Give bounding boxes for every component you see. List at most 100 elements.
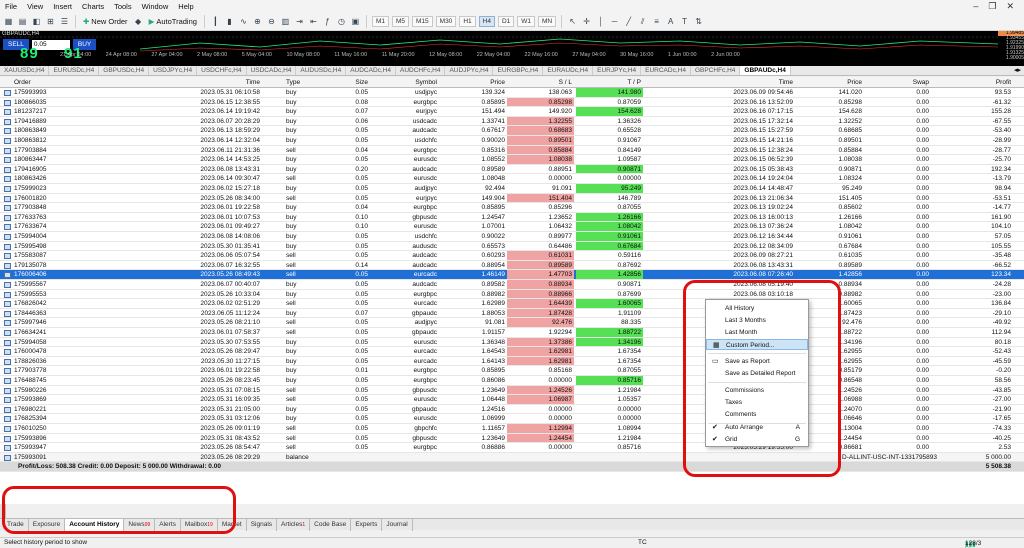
data-window-icon[interactable]: ⊞ <box>45 17 56 26</box>
col-size[interactable]: Size <box>340 77 368 87</box>
tile-icon[interactable]: ▥ <box>280 17 291 26</box>
tf-d1[interactable]: D1 <box>497 16 515 27</box>
col-profit[interactable]: Profit <box>950 77 1011 87</box>
close-icon[interactable]: ✕ <box>1006 1 1014 12</box>
channel-icon[interactable]: ⫽ <box>637 17 648 27</box>
chart-tab[interactable]: USDCADc,H4 <box>247 66 297 75</box>
autotrading-button[interactable]: ▶ AutoTrading <box>147 17 199 26</box>
zoom-in-icon[interactable]: ⊕ <box>252 17 263 26</box>
col-price[interactable]: Price <box>448 77 505 87</box>
terminal-tab[interactable]: Market <box>218 518 247 531</box>
tf-m1[interactable]: M1 <box>371 16 389 27</box>
menu-auto-arrange[interactable]: ✔ Auto Arrange A <box>706 422 808 433</box>
terminal-tab[interactable]: News99 <box>124 518 156 531</box>
metaeditor-icon[interactable]: ◆ <box>133 17 144 26</box>
menu-custom-period[interactable]: ▦ Custom Period... <box>706 339 808 350</box>
table-row[interactable]: 179416889 2023.06.07 20:28:29 buy 0.06 usdca… <box>0 116 1024 127</box>
table-row[interactable]: 175999023 2023.06.02 15:27:18 buy 0.05 audjp… <box>0 184 1024 194</box>
table-row[interactable]: 176010250 2023.05.26 09:01:19 sell 0.05 gbpc… <box>0 424 1024 434</box>
menu-save-detailed-report[interactable]: Save as Detailed Report <box>706 368 808 379</box>
col-tp[interactable]: T / P <box>576 77 643 87</box>
bar-chart-icon[interactable]: ┃ <box>210 17 221 26</box>
col-close-time[interactable]: Time <box>680 77 793 87</box>
col-sl[interactable]: S / L <box>507 77 574 87</box>
table-row[interactable]: 176634241 2023.06.01 07:58:37 sell 0.05 gbpa… <box>0 328 1024 338</box>
restore-icon[interactable]: ❐ <box>988 1 996 12</box>
chart-tab[interactable]: EURJPYc,H4 <box>593 66 642 75</box>
chart-tab[interactable]: USDCHFc,H4 <box>197 66 247 75</box>
trendline-icon[interactable]: ╱ <box>623 17 634 26</box>
zoom-out-icon[interactable]: ⊖ <box>266 17 277 26</box>
chart-tab[interactable]: GBPCHFc,H4 <box>691 66 741 75</box>
arrows-icon[interactable]: ⇅ <box>693 17 704 26</box>
table-row[interactable]: 177903884 2023.06.11 21:31:36 sell 0.04 eurg… <box>0 145 1024 156</box>
table-row[interactable]: 177633763 2023.06.01 10:07:53 buy 0.10 gbpus… <box>0 212 1024 223</box>
tf-m5[interactable]: M5 <box>391 16 409 27</box>
menu-save-report[interactable]: ▭ Save as Report <box>706 356 808 367</box>
table-row[interactable]: 177903778 2023.06.01 19:22:58 buy 0.01 eurgb… <box>0 366 1024 376</box>
table-row[interactable]: 176825394 2023.05.31 03:12:06 buy 0.05 eurus… <box>0 414 1024 424</box>
table-row[interactable]: 175995553 2023.05.26 10:33:04 buy 0.05 eurgb… <box>0 289 1024 300</box>
crosshair-icon[interactable]: ✛ <box>581 17 592 26</box>
navigator-icon[interactable]: ☰ <box>59 17 70 26</box>
tf-w1[interactable]: W1 <box>517 16 535 27</box>
table-row[interactable]: 177903848 2023.06.01 19:22:58 buy 0.04 eurgb… <box>0 203 1024 213</box>
templates-icon[interactable]: ▣ <box>350 17 361 26</box>
table-row[interactable]: 175994004 2023.06.08 14:08:06 buy 0.05 usdch… <box>0 232 1024 242</box>
table-row[interactable]: 179416905 2023.06.08 13:43:31 buy 0.20 audca… <box>0 164 1024 175</box>
candlestick-icon[interactable]: ▮ <box>224 17 235 26</box>
chart-tab[interactable]: GBPAUDc,H4 <box>740 66 791 75</box>
terminal-tab[interactable]: Account History <box>65 518 125 531</box>
cursor-icon[interactable]: ↖ <box>567 17 578 26</box>
text-icon[interactable]: A <box>665 17 676 26</box>
menu-charts[interactable]: Charts <box>77 2 109 11</box>
table-row[interactable]: 175980226 2023.05.31 07:08:15 sell 0.05 gbpu… <box>0 385 1024 396</box>
chart-window[interactable]: GBPAUDc,H4 SELL 0.05 BUY 89 91 21 Apr 04… <box>0 31 1024 66</box>
fibonacci-icon[interactable]: ≡ <box>651 17 662 26</box>
table-row[interactable]: 180863447 2023.06.14 14:53:25 buy 0.05 eurus… <box>0 155 1024 165</box>
tf-h4[interactable]: H4 <box>478 16 495 27</box>
table-row[interactable]: 176980221 2023.05.31 21:05:00 buy 0.05 gbpau… <box>0 405 1024 415</box>
terminal-tab[interactable]: Experts <box>351 518 383 531</box>
new-order-button[interactable]: ✚ New Order <box>81 17 130 26</box>
chart-tab[interactable]: AUDJPYc,H4 <box>445 66 494 75</box>
menu-view[interactable]: View <box>22 2 48 11</box>
table-row[interactable]: 181237217 2023.06.14 19:19:42 buy 0.07 eurjp… <box>0 107 1024 117</box>
terminal-tab[interactable]: Signals <box>247 518 278 531</box>
terminal-tab[interactable]: Mailbox19 <box>181 518 218 531</box>
market-watch-icon[interactable]: ◧ <box>31 17 42 26</box>
menu-insert[interactable]: Insert <box>48 2 77 11</box>
chart-tab[interactable]: EURAUDc,H4 <box>543 66 594 75</box>
menu-file[interactable]: File <box>0 2 22 11</box>
autoscroll-icon[interactable]: ⇥ <box>294 17 305 26</box>
chart-tab[interactable]: EURGBPc,H4 <box>493 66 544 75</box>
tf-h1[interactable]: H1 <box>459 16 476 27</box>
table-row[interactable]: 180863426 2023.06.14 09:30:47 sell 0.05 euru… <box>0 174 1024 184</box>
col-time[interactable]: Time <box>120 77 260 87</box>
table-row[interactable]: 176488745 2023.05.26 08:23:45 buy 0.05 eurgb… <box>0 376 1024 386</box>
minimize-icon[interactable]: – <box>973 1 978 12</box>
menu-tools[interactable]: Tools <box>109 2 137 11</box>
table-row[interactable]: 179135078 2023.06.07 16:32:55 sell 0.14 audc… <box>0 260 1024 271</box>
chart-tab[interactable]: EURUSDc,H4 <box>49 66 100 75</box>
terminal-tab[interactable]: Articles1 <box>277 518 311 531</box>
terminal-tab[interactable]: Journal <box>382 518 413 531</box>
chart-tab[interactable]: USDJPYc,H4 <box>149 66 198 75</box>
menu-window[interactable]: Window <box>137 2 174 11</box>
table-row[interactable]: 176826042 2023.06.02 02:51:29 sell 0.05 eurc… <box>0 299 1024 309</box>
table-row[interactable]: 175993896 2023.05.31 08:43:52 sell 0.05 gbpu… <box>0 433 1024 444</box>
col-close-price[interactable]: Price <box>818 77 862 87</box>
horizontal-line-icon[interactable]: ─ <box>609 17 620 26</box>
table-row[interactable]: 175995567 2023.06.07 00:40:07 buy 0.05 audca… <box>0 280 1024 290</box>
tab-scroll-icon[interactable]: ◂▸ <box>1011 66 1024 75</box>
table-row[interactable]: 175583087 2023.06.06 05:07:54 sell 0.05 audc… <box>0 251 1024 261</box>
chart-tab[interactable]: AUDCADc,H4 <box>346 66 397 75</box>
periods-icon[interactable]: ◷ <box>336 17 347 26</box>
menu-all-history[interactable]: All History <box>706 303 808 314</box>
table-row[interactable]: 175995498 2023.05.30 01:35:41 buy 0.05 audus… <box>0 241 1024 252</box>
tf-mn[interactable]: MN <box>538 16 557 27</box>
menu-commissions[interactable]: Commissions <box>706 385 808 396</box>
table-row[interactable]: 175993869 2023.05.31 16:09:35 sell 0.05 euru… <box>0 395 1024 405</box>
menu-taxes[interactable]: Taxes <box>706 397 808 408</box>
chart-shift-icon[interactable]: ⇤ <box>308 17 319 26</box>
